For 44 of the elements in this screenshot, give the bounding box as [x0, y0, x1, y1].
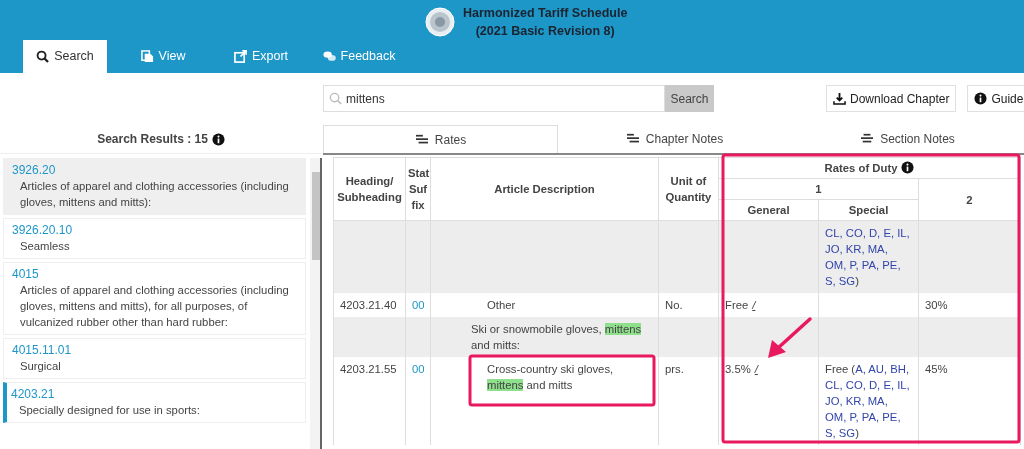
result-description: Seamless — [19, 239, 71, 254]
page-title: Harmonized Tariff Schedule (2021 Basic Revision 8) — [463, 5, 628, 40]
unit-text: No. — [665, 299, 683, 311]
column-header: Stat Suf fix — [405, 157, 431, 221]
guide-button[interactable]: Guide — [967, 85, 1024, 112]
search-button[interactable]: Search — [665, 85, 714, 112]
result-item[interactable]: 4015.11.01 Surgical — [3, 338, 306, 379]
result-item[interactable]: 3926.20 Articles of apparel and clothing accessories (including gloves, mittens and mitts): — [3, 158, 306, 215]
general-rate: 3.5% — [725, 363, 751, 375]
result-description: Surgical — [19, 359, 62, 374]
suffix-link[interactable]: 00 — [412, 363, 425, 375]
result-item[interactable]: 4203.21 Specially designed for use in sports: — [3, 382, 306, 423]
results-heading: Search Results : 15 — [97, 131, 208, 148]
result-description: Articles of apparel and clothing accessories (including gloves, mittens and mitts): — [19, 179, 290, 210]
column-header: General — [718, 199, 819, 221]
heading-code: 4203.21.55 — [340, 363, 397, 375]
general-rate: Free — [725, 299, 749, 311]
suffix-link[interactable]: 00 — [412, 299, 425, 311]
column-header: Rates of Duty — [824, 162, 898, 174]
column-header: Article Description — [430, 157, 659, 221]
column-header: Heading/ Subheading — [333, 157, 406, 221]
article-description: Ski or snowmobile gloves, mittens and mitts: — [471, 322, 643, 353]
result-code[interactable]: 3926.20.10 — [12, 222, 301, 238]
heading-code: 4203.21.40 — [340, 299, 397, 311]
result-description: Articles of apparel and clothing accessories (including gloves, mittens and mitts), for all purposes, of vulcanized rubber other than hard rubber: — [19, 283, 290, 330]
special-rate: CL, CO, D, E, IL, JO, KR, MA, OM, P, PA, PE, S, SG) — [825, 227, 910, 287]
footnote-link[interactable]: / — [752, 299, 756, 311]
article-description: Cross-country ski gloves, mittens and mitts — [487, 362, 615, 393]
result-item[interactable]: 4015 Articles of apparel and clothing accessories (including gloves, mittens and mitts), for all purposes, of vulcanized rubber other than hard rubber: — [3, 262, 306, 335]
footnote-link[interactable]: / — [754, 363, 758, 375]
search-field[interactable]: mittens — [323, 85, 665, 112]
result-description: Specially designed for use in sports: — [18, 403, 201, 418]
special-rate: Free (A, AU, BH, CL, CO, D, E, IL, JO, KR, MA, OM, P, PA, PE, S, SG) — [825, 363, 910, 439]
content-tab[interactable]: Rates — [323, 125, 558, 153]
download-button[interactable]: Download Chapter — [826, 85, 957, 112]
column-2-rate: 30% — [925, 299, 948, 311]
column-header: 1 — [718, 178, 919, 200]
nav-tab[interactable]: Search — [23, 40, 107, 73]
result-item[interactable]: 3926.20.10 Seamless — [3, 218, 306, 259]
article-description: Other — [487, 298, 517, 313]
column-header: Unit of Quantity — [658, 157, 719, 221]
result-code[interactable]: 4203.21 — [11, 386, 301, 402]
unit-text: prs. — [665, 363, 684, 375]
column-2-rate: 45% — [925, 363, 948, 375]
